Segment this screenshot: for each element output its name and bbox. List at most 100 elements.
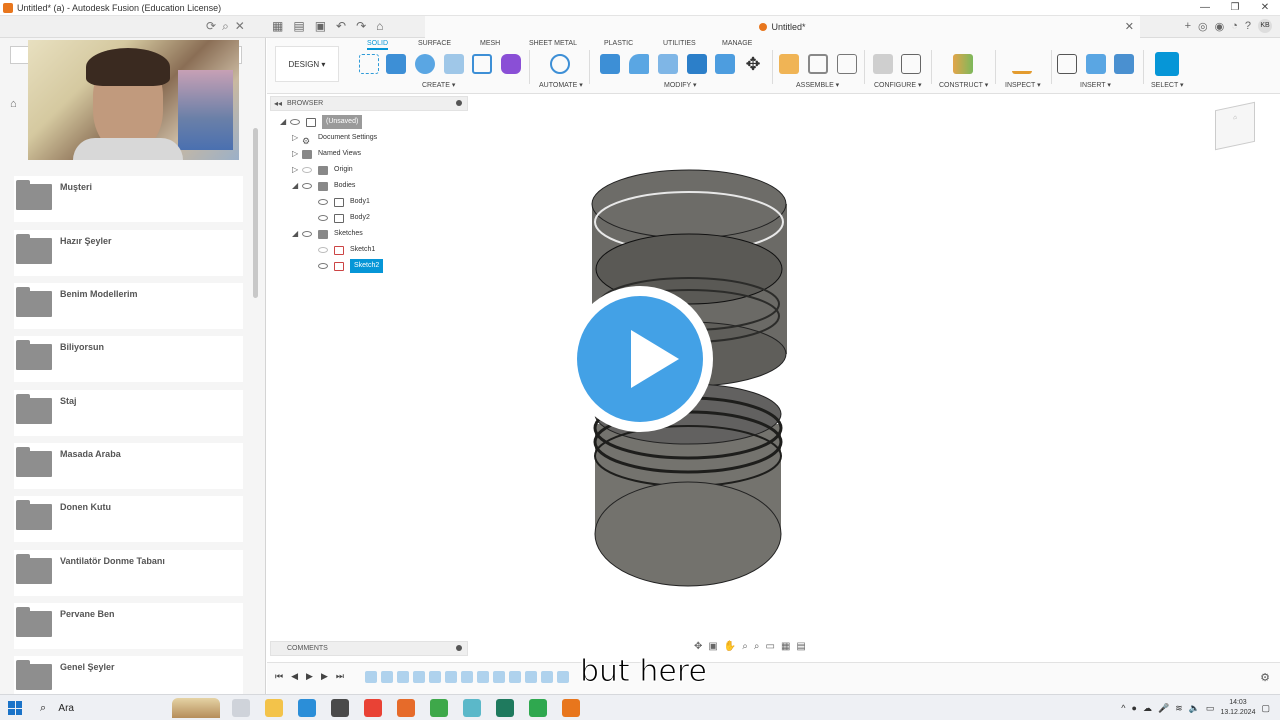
move-icon[interactable]: ✥ <box>743 54 763 74</box>
folder-item[interactable]: Benim Modellerim <box>14 283 243 329</box>
tree-item-body1[interactable]: Body1 <box>318 195 370 209</box>
visibility-icon[interactable] <box>318 263 328 269</box>
assemble-table-icon[interactable] <box>837 54 857 74</box>
new-tab-icon[interactable]: + <box>1185 20 1191 32</box>
browser-header[interactable]: ◂◂ BROWSER <box>270 96 468 111</box>
new-component-icon[interactable] <box>779 54 799 74</box>
timeline-feature[interactable] <box>493 671 505 683</box>
go-to-start-icon[interactable]: ⏮ <box>275 671 283 682</box>
edge-icon[interactable] <box>298 699 316 717</box>
body2-bottom-face[interactable] <box>594 481 782 587</box>
automate-icon[interactable] <box>550 54 570 74</box>
select-icon[interactable] <box>1155 52 1179 76</box>
help-icon[interactable]: ? <box>1245 20 1251 32</box>
app-icon[interactable] <box>496 699 514 717</box>
collapse-browser-icon[interactable]: ◂◂ <box>274 97 282 110</box>
step-back-icon[interactable]: ◀ <box>291 671 298 682</box>
timeline-feature[interactable] <box>477 671 489 683</box>
notifications-icon[interactable]: ◔ <box>1231 20 1238 32</box>
folder-item[interactable]: Genel Şeyler <box>14 656 243 694</box>
chamfer-icon[interactable] <box>658 54 678 74</box>
undo-icon[interactable]: ↶ <box>336 19 346 33</box>
visibility-icon[interactable] <box>302 167 312 173</box>
construct-menu[interactable]: CONSTRUCT ▾ <box>939 81 988 89</box>
expand-icon[interactable]: ◢ <box>292 179 302 193</box>
workspace-switcher-button[interactable]: DESIGN ▾ <box>275 46 339 82</box>
grid-settings-icon[interactable]: ▦ <box>781 641 790 652</box>
pan-icon[interactable]: ✋ <box>724 641 736 652</box>
sheets-icon[interactable] <box>430 699 448 717</box>
home-icon[interactable]: ⌂ <box>10 98 17 110</box>
user-avatar[interactable]: KB <box>1258 19 1272 33</box>
configure-table-icon[interactable] <box>901 54 921 74</box>
expand-icon[interactable]: ▷ <box>292 131 302 145</box>
timeline-feature[interactable] <box>397 671 409 683</box>
maximize-button[interactable]: ❐ <box>1220 0 1250 16</box>
fit-icon[interactable]: ⌕ <box>754 641 760 652</box>
app-icon[interactable] <box>463 699 481 717</box>
visibility-icon[interactable] <box>318 215 328 221</box>
zoom-icon[interactable]: ⌕ <box>742 641 748 652</box>
tree-item-document-settings[interactable]: ▷ ⚙ Document Settings <box>292 131 377 146</box>
expand-icon[interactable]: ▷ <box>292 163 302 177</box>
visibility-icon[interactable] <box>302 231 312 237</box>
folder-item[interactable]: Vantilatör Donme Tabanı <box>14 550 243 596</box>
display-settings-icon[interactable]: ▭ <box>766 641 775 652</box>
assemble-menu[interactable]: ASSEMBLE ▾ <box>796 81 839 89</box>
modify-menu[interactable]: MODIFY ▾ <box>664 81 697 89</box>
automate-menu[interactable]: AUTOMATE ▾ <box>539 81 583 89</box>
select-menu[interactable]: SELECT ▾ <box>1151 81 1184 89</box>
timeline-feature[interactable] <box>365 671 377 683</box>
configure-menu[interactable]: CONFIGURE ▾ <box>874 81 921 89</box>
fusion-taskbar-icon[interactable] <box>562 699 580 717</box>
create-menu[interactable]: CREATE ▾ <box>422 81 455 89</box>
extensions-icon[interactable]: ◎ <box>1198 20 1208 33</box>
viewcube[interactable]: ⌂ <box>1215 101 1255 151</box>
tab-utilities[interactable]: UTILITIES <box>663 40 696 47</box>
grid-menu-icon[interactable]: ▦ <box>272 19 283 33</box>
visibility-icon[interactable] <box>318 199 328 205</box>
folder-item[interactable]: Muşteri <box>14 176 243 222</box>
save-icon[interactable]: ▣ <box>315 19 326 33</box>
tab-solid[interactable]: SOLID <box>367 40 389 50</box>
fillet-icon[interactable] <box>629 54 649 74</box>
windows-start-icon[interactable] <box>8 701 22 715</box>
file-explorer-icon[interactable] <box>265 699 283 717</box>
file-icon[interactable]: ▤ <box>293 19 304 33</box>
insert-menu[interactable]: INSERT ▾ <box>1080 81 1111 89</box>
expand-icon[interactable]: ◢ <box>280 115 290 129</box>
notification-icon[interactable]: ▢ <box>1261 703 1270 714</box>
joint-icon[interactable] <box>808 54 828 74</box>
measure-icon[interactable] <box>1012 54 1032 74</box>
app-icon[interactable] <box>529 699 547 717</box>
home-icon[interactable]: ⌂ <box>376 19 383 33</box>
press-pull-icon[interactable] <box>600 54 620 74</box>
timeline-feature[interactable] <box>541 671 553 683</box>
viewports-icon[interactable]: ▤ <box>796 641 805 652</box>
tab-surface[interactable]: SURFACE <box>418 40 451 47</box>
folder-item[interactable]: Masada Araba <box>14 443 243 489</box>
folder-item[interactable]: Donen Kutu <box>14 496 243 542</box>
video-play-button[interactable] <box>567 286 713 432</box>
firefox-icon[interactable] <box>397 699 415 717</box>
tray-chevron-icon[interactable]: ^ <box>1121 703 1125 713</box>
tree-item-sketch1[interactable]: Sketch1 <box>318 243 375 257</box>
folder-item[interactable]: Staj <box>14 390 243 436</box>
expand-icon[interactable]: ◢ <box>292 227 302 241</box>
tree-item-sketches[interactable]: ◢ Sketches <box>292 227 363 241</box>
timeline-feature[interactable] <box>525 671 537 683</box>
timeline-feature[interactable] <box>381 671 393 683</box>
inspect-menu[interactable]: INSPECT ▾ <box>1005 81 1041 89</box>
folder-item[interactable]: Biliyorsun <box>14 336 243 382</box>
tree-item-bodies[interactable]: ◢ Bodies <box>292 179 355 193</box>
visibility-icon[interactable] <box>318 247 328 253</box>
wifi-icon[interactable]: ≋ <box>1175 703 1183 714</box>
shell-icon[interactable] <box>687 54 707 74</box>
minimize-button[interactable]: — <box>1190 0 1220 16</box>
taskbar-clock[interactable]: 14:03 13.12.2024 <box>1220 698 1255 718</box>
extrude-icon[interactable] <box>386 54 406 74</box>
volume-icon[interactable]: 🔈 <box>1189 703 1200 714</box>
construct-plane-icon[interactable] <box>953 54 973 74</box>
orbit-icon[interactable]: ✥ <box>694 641 702 652</box>
insert-canvas-icon[interactable] <box>1114 54 1134 74</box>
